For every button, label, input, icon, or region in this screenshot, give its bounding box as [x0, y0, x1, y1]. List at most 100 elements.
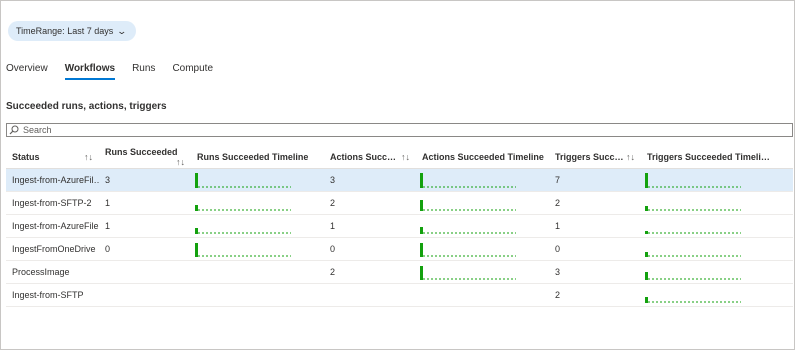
actions-timeline-cell	[416, 168, 549, 192]
sparkline-chart	[195, 243, 291, 257]
sparkline-bar	[645, 173, 648, 188]
actions-succeeded-cell: 2	[324, 260, 416, 284]
search-input[interactable]	[21, 124, 723, 136]
triggers-timeline-cell	[641, 283, 793, 307]
status-cell: IngestFromOneDrive	[6, 237, 99, 261]
table-header-row: Status ↑↓ Runs Succeeded ↑↓ Runs Succeeded…	[6, 146, 793, 169]
status-cell: ProcessImage	[6, 260, 99, 284]
sparkline-bar	[645, 206, 648, 211]
sparkline-chart	[420, 266, 516, 280]
triggers-succeeded-cell: 2	[549, 191, 641, 215]
sparkline-bar	[195, 243, 198, 257]
table-row[interactable]: Ingest-from-SFTP 2	[6, 283, 793, 307]
sparkline-chart	[645, 173, 741, 188]
section-title: Succeeded runs, actions, triggers	[6, 101, 167, 112]
sparkline-bar	[195, 173, 198, 188]
sparkline-chart	[195, 228, 291, 234]
actions-timeline-cell	[416, 283, 549, 307]
sparkline-bar	[420, 266, 423, 280]
sparkline-chart	[195, 173, 291, 188]
sort-icon[interactable]: ↑↓	[401, 152, 410, 162]
sort-icon[interactable]: ↑↓	[176, 157, 185, 167]
sparkline-bar	[420, 200, 423, 211]
triggers-succeeded-cell: 3	[549, 260, 641, 284]
triggers-succeeded-cell: 7	[549, 168, 641, 192]
triggers-succeeded-cell: 1	[549, 214, 641, 238]
sparkline-bar	[195, 228, 198, 234]
sparkline-bar	[420, 243, 423, 257]
sparkline-chart	[195, 205, 291, 211]
status-cell: Ingest-from-AzureFil…	[6, 168, 99, 192]
time-range-filter[interactable]: TimeRange: Last 7 days ⌄	[8, 21, 136, 41]
tab-compute[interactable]: Compute	[172, 63, 213, 80]
chevron-down-icon: ⌄	[116, 25, 128, 36]
column-header-triggers-timeline: Triggers Succeeded Timeli…	[641, 146, 793, 169]
column-header-actions-succeeded[interactable]: Actions Succeed…↑↓	[324, 146, 416, 169]
actions-timeline-cell	[416, 237, 549, 261]
sparkline-bar	[195, 205, 198, 211]
runs-succeeded-cell: 0	[99, 237, 191, 261]
runs-timeline-cell	[191, 168, 324, 192]
sparkline-chart	[420, 243, 516, 257]
column-header-runs-timeline: Runs Succeeded Timeline	[191, 146, 324, 169]
actions-succeeded-cell: 0	[324, 237, 416, 261]
table-row[interactable]: ProcessImage 2 3	[6, 260, 793, 284]
triggers-timeline-cell	[641, 214, 793, 238]
triggers-succeeded-cell: 0	[549, 237, 641, 261]
sort-icon[interactable]: ↑↓	[626, 152, 635, 162]
tab-workflows[interactable]: Workflows	[64, 63, 116, 80]
sparkline-chart	[420, 227, 516, 234]
table-row[interactable]: Ingest-from-AzureFil… 3 3 7	[6, 168, 793, 192]
sparkline-bar	[645, 272, 648, 280]
status-cell: Ingest-from-SFTP	[6, 283, 99, 307]
status-cell: Ingest-from-SFTP-2	[6, 191, 99, 215]
actions-succeeded-cell: 1	[324, 214, 416, 238]
tab-overview[interactable]: Overview	[6, 63, 48, 80]
runs-succeeded-cell: 3	[99, 168, 191, 192]
sparkline-bar	[645, 231, 648, 234]
runs-timeline-cell	[191, 283, 324, 307]
search-icon	[7, 123, 21, 137]
triggers-succeeded-cell: 2	[549, 283, 641, 307]
runs-timeline-cell	[191, 191, 324, 215]
column-header-triggers-succeeded[interactable]: Triggers Succee…↑↓	[549, 146, 641, 169]
sparkline-chart	[645, 272, 741, 280]
status-cell: Ingest-from-AzureFile	[6, 214, 99, 238]
runs-timeline-cell	[191, 237, 324, 261]
triggers-timeline-cell	[641, 168, 793, 192]
sparkline-chart	[645, 231, 741, 234]
table-row[interactable]: IngestFromOneDrive 0 0 0	[6, 237, 793, 261]
table-row[interactable]: Ingest-from-SFTP-2 1 2 2	[6, 191, 793, 215]
sparkline-chart	[645, 252, 741, 257]
triggers-timeline-cell	[641, 260, 793, 284]
runs-succeeded-cell: 1	[99, 191, 191, 215]
time-range-label: TimeRange: Last 7 days	[16, 26, 114, 36]
tab-bar: Overview Workflows Runs Compute	[6, 63, 230, 80]
runs-succeeded-cell: 1	[99, 214, 191, 238]
sparkline-chart	[645, 297, 741, 303]
sparkline-bar	[420, 227, 423, 234]
actions-succeeded-cell: 2	[324, 191, 416, 215]
sparkline-chart	[420, 173, 516, 188]
actions-timeline-cell	[416, 214, 549, 238]
workflows-table: Status ↑↓ Runs Succeeded ↑↓ Runs Succeeded…	[6, 146, 793, 307]
column-header-actions-timeline: Actions Succeeded Timeline	[416, 146, 549, 169]
actions-timeline-cell	[416, 260, 549, 284]
sparkline-chart	[420, 200, 516, 211]
triggers-timeline-cell	[641, 191, 793, 215]
sort-icon[interactable]: ↑↓	[84, 152, 93, 162]
sparkline-bar	[420, 173, 423, 188]
table-row[interactable]: Ingest-from-AzureFile 1 1 1	[6, 214, 793, 238]
column-header-status[interactable]: Status ↑↓	[6, 146, 99, 169]
column-header-runs-succeeded[interactable]: Runs Succeeded ↑↓	[99, 146, 191, 169]
tab-runs[interactable]: Runs	[132, 63, 155, 80]
sparkline-bar	[645, 297, 648, 303]
actions-timeline-cell	[416, 191, 549, 215]
sparkline-bar	[645, 252, 648, 257]
runs-timeline-cell	[191, 214, 324, 238]
search-box[interactable]	[6, 123, 793, 137]
runs-timeline-cell	[191, 260, 324, 284]
triggers-timeline-cell	[641, 237, 793, 261]
runs-succeeded-cell	[99, 260, 191, 284]
actions-succeeded-cell	[324, 283, 416, 307]
